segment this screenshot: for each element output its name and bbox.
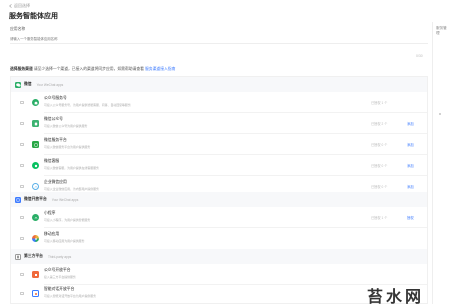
row-status: 已授权 1 个 — [371, 216, 388, 220]
row-name: 微信服务平台 — [44, 138, 67, 142]
open-platform-icon — [15, 196, 21, 203]
row-name: 小程序 — [44, 211, 56, 215]
list-item[interactable]: 微信服务平台 可接入微信服务平台为用户提供服务 已授权 0 个 添加 — [11, 134, 427, 155]
service-account-icon — [32, 99, 39, 106]
name-input[interactable] — [10, 35, 428, 44]
group-title: 第三方平台 — [24, 254, 43, 258]
row-checkbox[interactable] — [20, 215, 24, 220]
group-title: 微信开放平台 — [24, 197, 47, 201]
page-title: 服务智能体应用 — [9, 13, 58, 20]
row-status: 已授权 2 个 — [371, 122, 388, 126]
row-checkbox[interactable] — [20, 291, 24, 296]
row-desc: 可接入微信客服，为用户提供在线客服服务 — [44, 165, 99, 170]
channel-guide-link[interactable]: 服务渠道接入指南 — [145, 67, 175, 71]
third-party-icon — [15, 253, 21, 260]
row-status: 已授权 0 个 — [371, 143, 388, 147]
group-header-third-party: 第三方平台 Third-party apps — [11, 249, 427, 264]
third-party-app-icon — [32, 271, 39, 278]
row-checkbox[interactable] — [20, 272, 24, 277]
group-header-open-platform: 微信开放平台 Your WeChat apps — [11, 192, 427, 207]
back-link[interactable]: 返回选择 — [9, 3, 30, 9]
row-desc: 接入第三方平台提供服务 — [44, 274, 76, 279]
list-item[interactable]: 微信客服 可接入微信客服，为用户提供在线客服服务 已授权 0 个 添加 — [11, 155, 427, 176]
dialog-platform-icon — [32, 290, 39, 297]
row-name: 智能对话开放平台 — [44, 287, 75, 291]
row-desc: 可接入微信服务平台为用户提供服务 — [44, 144, 91, 149]
work-wechat-icon — [32, 183, 39, 190]
list-item[interactable]: 移动应用 可接入移动应用为用户提供服务 — [11, 228, 427, 249]
group-subtitle: Your WeChat apps — [51, 197, 79, 202]
row-checkbox[interactable] — [20, 121, 24, 126]
row-name: 微信公众号 — [44, 117, 63, 121]
row-status: 已授权 0 个 — [371, 164, 388, 168]
row-status: 已授权 0 个 — [371, 185, 388, 189]
row-name: 公众号服务号 — [44, 96, 67, 100]
channel-select-title: 选择服务渠道 请至少选择一个渠道，已接入的渠道将同步应用，如需帮助请查看 服务渠… — [10, 67, 175, 72]
customer-service-icon — [32, 162, 39, 169]
authorize-button[interactable]: 授权 — [407, 215, 414, 220]
list-item[interactable]: 公众号服务号 可接入公众号服务号，为用户提供智能客服、问答、自动回复等服务 已授… — [11, 92, 427, 113]
group-header-wechat: 微信 Your WeChat apps — [11, 77, 427, 92]
mini-program-icon — [32, 214, 39, 221]
channel-panel: 微信 Your WeChat apps 公众号服务号 可接入公众号服务号，为用户… — [10, 76, 428, 304]
scroll-indicator — [439, 113, 441, 115]
list-item[interactable]: 微信公众号 可接入微信公众号为用户提供服务 已授权 2 个 添加 — [11, 113, 427, 134]
row-checkbox[interactable] — [20, 236, 24, 241]
row-checkbox[interactable] — [20, 142, 24, 147]
right-panel-label[interactable]: 服务管理 — [436, 26, 450, 36]
add-button[interactable]: 添加 — [407, 163, 414, 168]
row-desc: 可接入企业微信应用，为内部用户提供服务 — [44, 186, 99, 191]
wechat-icon — [15, 81, 21, 88]
right-rail-divider — [432, 22, 433, 304]
add-button[interactable]: 添加 — [407, 184, 414, 189]
group-subtitle: Your WeChat apps — [36, 82, 64, 87]
row-desc: 可接入智能对话开放平台为用户提供服务 — [44, 293, 97, 298]
group-subtitle: Third-party apps — [47, 254, 72, 259]
list-item[interactable]: 小程序 可接入小程序，为用户提供智能服务 已授权 1 个 授权 — [11, 207, 427, 228]
row-name: 企业微信应用 — [44, 180, 67, 184]
row-name: 微信客服 — [44, 159, 60, 163]
back-link-label: 返回选择 — [14, 3, 30, 8]
mobile-app-icon — [32, 235, 39, 242]
name-char-count: 0/30 — [416, 54, 423, 58]
service-platform-icon — [32, 141, 39, 148]
add-button[interactable]: 添加 — [407, 121, 414, 126]
name-field-label: 应用名称 — [10, 27, 26, 31]
row-desc: 可接入小程序，为用户提供智能服务 — [44, 217, 91, 222]
row-checkbox[interactable] — [20, 184, 24, 189]
group-title: 微信 — [24, 82, 32, 86]
row-desc: 可接入公众号服务号，为用户提供智能客服、问答、自动回复等服务 — [44, 102, 131, 107]
row-name: 公众号开放平台 — [44, 268, 71, 272]
row-checkbox[interactable] — [20, 163, 24, 168]
watermark: 苔水网 — [367, 287, 425, 304]
channel-select-heading: 选择服务渠道 — [10, 67, 33, 71]
row-status: 已授权 1 个 — [371, 101, 388, 105]
list-item[interactable]: 智能对话开放平台 可接入智能对话开放平台为用户提供服务 — [11, 283, 427, 304]
channel-select-hint: 请至少选择一个渠道，已接入的渠道将同步应用，如需帮助请查看 — [33, 67, 144, 71]
list-item[interactable]: 公众号开放平台 接入第三方平台提供服务 — [11, 264, 427, 285]
row-name: 移动应用 — [44, 232, 60, 236]
chevron-left-icon — [9, 4, 12, 8]
row-checkbox[interactable] — [20, 100, 24, 105]
add-button[interactable]: 添加 — [407, 142, 414, 147]
row-desc: 可接入移动应用为用户提供服务 — [44, 238, 85, 243]
official-account-icon — [32, 120, 39, 127]
row-desc: 可接入微信公众号为用户提供服务 — [44, 123, 88, 128]
